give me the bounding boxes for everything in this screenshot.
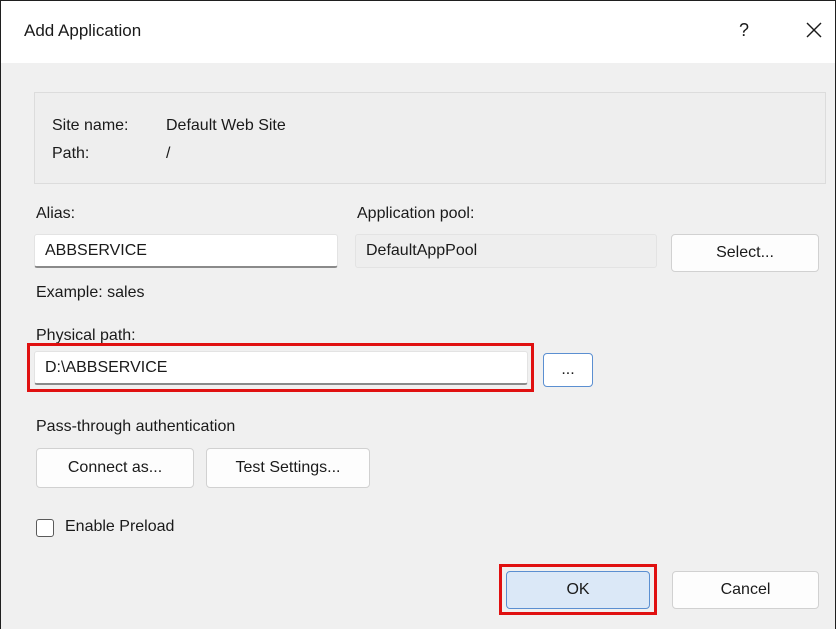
connect-as-label: Connect as...	[67, 459, 163, 476]
ok-button-label: OK	[566, 581, 590, 598]
site-name-label: Site name:	[52, 117, 129, 134]
help-icon: ?	[738, 20, 749, 40]
dialog-title: Add Application	[24, 21, 142, 40]
test-settings-label: Test Settings...	[235, 459, 341, 476]
browse-path-button[interactable]: ...	[543, 353, 593, 387]
path-value: /	[166, 145, 171, 162]
close-icon	[806, 22, 822, 38]
alias-example: Example: sales	[36, 284, 145, 301]
physical-path-label: Physical path:	[36, 327, 136, 344]
enable-preload-label: Enable Preload	[65, 518, 175, 535]
app-pool-field	[355, 234, 657, 268]
select-app-pool-button[interactable]: Select...	[671, 234, 819, 272]
connect-as-button[interactable]: Connect as...	[36, 448, 194, 488]
select-button-label: Select...	[716, 244, 774, 261]
test-settings-button[interactable]: Test Settings...	[206, 448, 370, 488]
browse-button-label: ...	[561, 361, 575, 378]
site-info-panel: Site name: Default Web Site Path: /	[34, 92, 826, 184]
cancel-button[interactable]: Cancel	[672, 571, 819, 609]
enable-preload-checkbox[interactable]	[36, 519, 54, 537]
path-label: Path:	[52, 145, 90, 162]
physical-path-input[interactable]	[34, 351, 528, 385]
close-button[interactable]	[799, 15, 829, 45]
site-name-value: Default Web Site	[166, 117, 286, 134]
cancel-button-label: Cancel	[720, 581, 771, 598]
app-pool-label: Application pool:	[357, 205, 475, 222]
help-button[interactable]: ?	[729, 15, 759, 45]
title-bar: Add Application ?	[1, 1, 835, 63]
alias-input[interactable]	[34, 234, 338, 268]
alias-label: Alias:	[36, 205, 76, 222]
add-application-dialog: Add Application ? Site name: Default Web…	[0, 0, 836, 629]
ok-button[interactable]: OK	[506, 571, 650, 609]
pass-through-label: Pass-through authentication	[36, 418, 236, 435]
